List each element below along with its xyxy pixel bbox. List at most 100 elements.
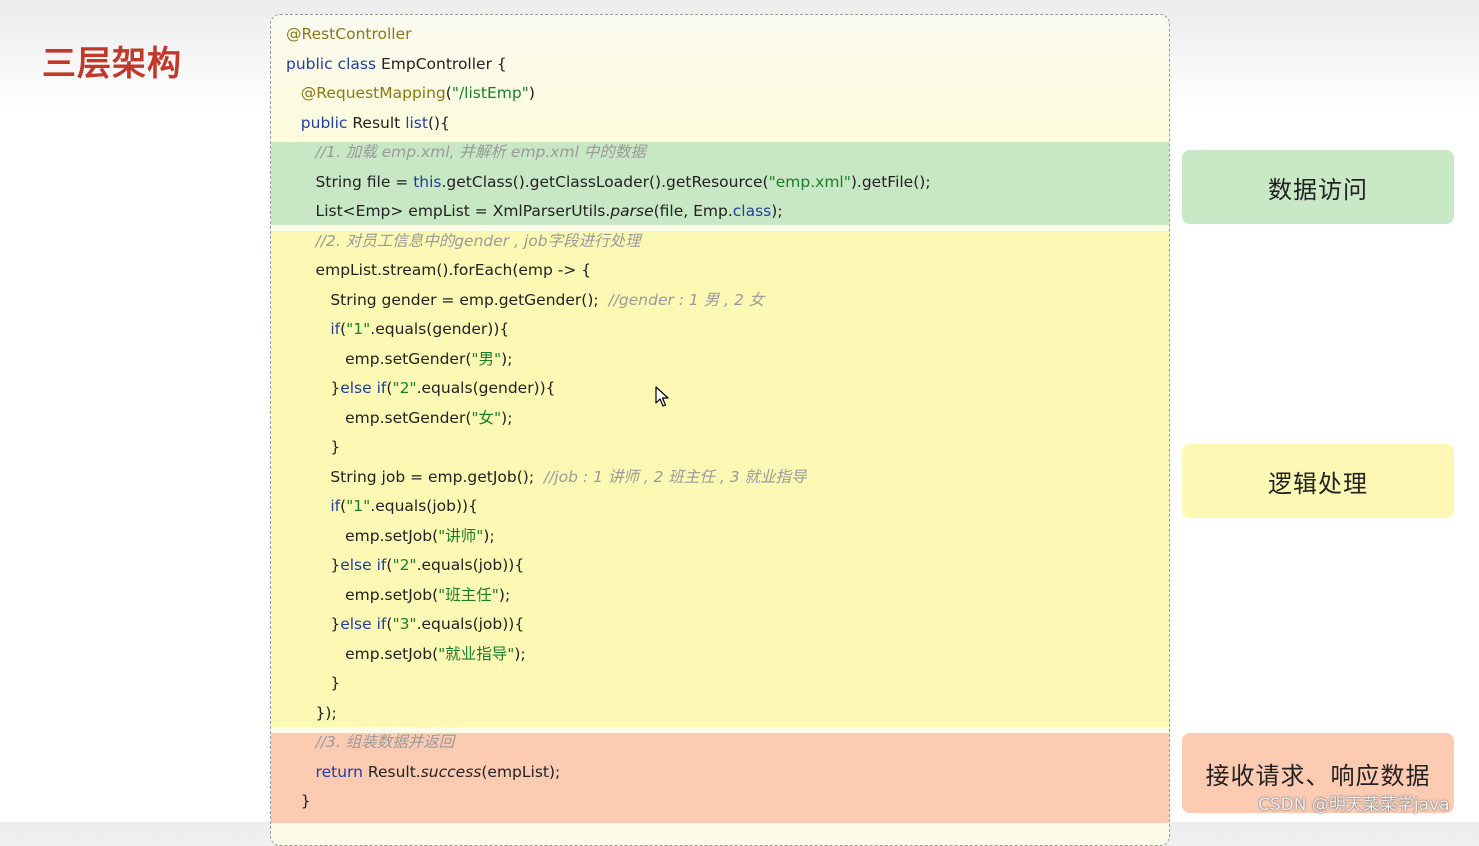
code-token: else if — [340, 556, 387, 574]
code-line: @RestController — [286, 20, 412, 49]
code-line: //3. 组装数据并返回 — [286, 728, 455, 757]
code-token: "/listEmp" — [451, 84, 529, 102]
code-line: //1. 加载 emp.xml, 并解析 emp.xml 中的数据 — [286, 138, 646, 167]
code-token: "1" — [346, 497, 371, 515]
code-token: emp.setJob( — [286, 585, 439, 604]
code-token: @RestController — [286, 25, 412, 43]
code-token: String job = emp.getJob(); — [286, 467, 544, 486]
code-line: }else if("3".equals(job)){ — [286, 610, 524, 639]
code-token: else if — [340, 379, 387, 397]
code-line: empList.stream().forEach(emp -> { — [286, 256, 592, 285]
code-token: (file, Emp. — [653, 202, 733, 220]
code-token: } — [286, 792, 311, 810]
code-token: ); — [501, 349, 513, 368]
code-token: "讲师" — [438, 526, 484, 545]
code-line: emp.setJob("讲师"); — [286, 522, 495, 551]
code-line: } — [286, 787, 311, 816]
code-line: String job = emp.getJob(); //job : 1 讲师 … — [286, 463, 807, 492]
code-token: .equals(gender)){ — [370, 320, 510, 338]
code-token: ); — [483, 526, 495, 545]
code-token: }); — [286, 703, 337, 722]
code-token: .equals(job)){ — [370, 497, 478, 515]
code-token: "3" — [392, 615, 417, 633]
code-token: ).getFile(); — [850, 172, 931, 191]
code-token: ) — [528, 84, 535, 102]
code-token: "班主任" — [438, 585, 499, 604]
code-token: ); — [501, 408, 513, 427]
code-token: ); — [498, 585, 511, 604]
code-token: //3. 组装数据并返回 — [286, 733, 455, 751]
code-token: return — [286, 762, 368, 781]
code-token: //gender : 1 男 , 2 女 — [608, 290, 765, 309]
code-line: }else if("2".equals(job)){ — [286, 551, 524, 580]
code-token: "男" — [471, 349, 502, 368]
code-token: } — [286, 674, 341, 692]
code-token: "女" — [471, 408, 502, 427]
code-token: ); — [514, 644, 526, 663]
code-token: emp.setJob( — [286, 526, 439, 545]
code-token: (empList); — [481, 762, 561, 781]
code-line: String file = this.getClass().getClassLo… — [286, 168, 931, 197]
code-token: success — [420, 762, 482, 781]
layer-label-logic: 逻辑处理 — [1182, 444, 1454, 518]
code-line: public class EmpController { — [286, 50, 507, 79]
code-token: //2. 对员工信息中的gender , job字段进行处理 — [286, 231, 641, 250]
code-line: emp.setJob("就业指导"); — [286, 640, 526, 669]
code-token: list — [405, 113, 428, 132]
code-token: } — [286, 438, 341, 456]
code-token: ); — [771, 202, 783, 220]
code-token: emp.setGender( — [286, 349, 472, 368]
code-token: List<Emp> empList = XmlParserUtils. — [286, 202, 611, 220]
code-token: .equals(job)){ — [416, 556, 525, 574]
code-token: //job : 1 讲师 , 2 班主任 , 3 就业指导 — [543, 467, 807, 486]
code-token: "2" — [392, 379, 417, 397]
code-token: } — [286, 379, 341, 397]
code-line: String gender = emp.getGender(); //gende… — [286, 286, 764, 315]
code-line: public Result list(){ — [286, 109, 450, 138]
code-token: class — [732, 202, 772, 220]
code-line: emp.setGender("男"); — [286, 345, 512, 374]
code-token: .equals(gender)){ — [416, 379, 556, 397]
code-token: "1" — [346, 320, 371, 338]
code-token: parse — [610, 202, 654, 220]
code-line: emp.setJob("班主任"); — [286, 581, 510, 610]
code-token: "2" — [392, 556, 417, 574]
code-token: else if — [340, 615, 387, 633]
code-token: String file = — [286, 172, 414, 191]
code-line: } — [286, 669, 340, 698]
code-line: @RequestMapping("/listEmp") — [286, 79, 535, 108]
code-line: } — [286, 433, 340, 462]
code-token: "就业指导" — [438, 644, 515, 663]
watermark: CSDN @明天菜菜学java — [1258, 795, 1450, 815]
code-token: .equals(job)){ — [416, 615, 525, 633]
code-line: }else if("2".equals(gender)){ — [286, 374, 556, 403]
code-line: return Result.success(empList); — [286, 758, 561, 787]
layer-label-data-access: 数据访问 — [1182, 150, 1454, 224]
code-token: this — [413, 172, 442, 191]
code-token: EmpController { — [380, 54, 507, 73]
code-line: if("1".equals(gender)){ — [286, 315, 509, 344]
code-token: String gender = emp.getGender(); — [286, 290, 609, 309]
code-token: emp.setJob( — [286, 644, 439, 663]
code-token: public class — [286, 54, 381, 73]
code-line: if("1".equals(job)){ — [286, 492, 478, 521]
code-token: (){ — [427, 113, 450, 132]
code-line: //2. 对员工信息中的gender , job字段进行处理 — [286, 227, 641, 256]
code-token: "emp.xml" — [768, 172, 851, 191]
code-token: if — [286, 320, 341, 338]
code-token: } — [286, 615, 341, 633]
code-token: public — [286, 113, 353, 132]
code-token: if — [286, 497, 341, 515]
code-token: //1. 加载 emp.xml, 并解析 emp.xml 中的数据 — [286, 143, 646, 161]
code-block: @RestController public class EmpControlle… — [270, 14, 1170, 846]
code-token: @RequestMapping — [286, 84, 446, 102]
code-token: } — [286, 556, 341, 574]
code-line: emp.setGender("女"); — [286, 404, 512, 433]
code-token: emp.setGender( — [286, 408, 472, 427]
code-line: List<Emp> empList = XmlParserUtils.parse… — [286, 197, 783, 226]
code-token: Result. — [367, 762, 421, 781]
code-line: }); — [286, 699, 337, 728]
code-token: Result — [352, 113, 406, 132]
code-token: empList.stream().forEach(emp -> { — [286, 261, 592, 279]
mouse-cursor-icon — [655, 386, 669, 407]
